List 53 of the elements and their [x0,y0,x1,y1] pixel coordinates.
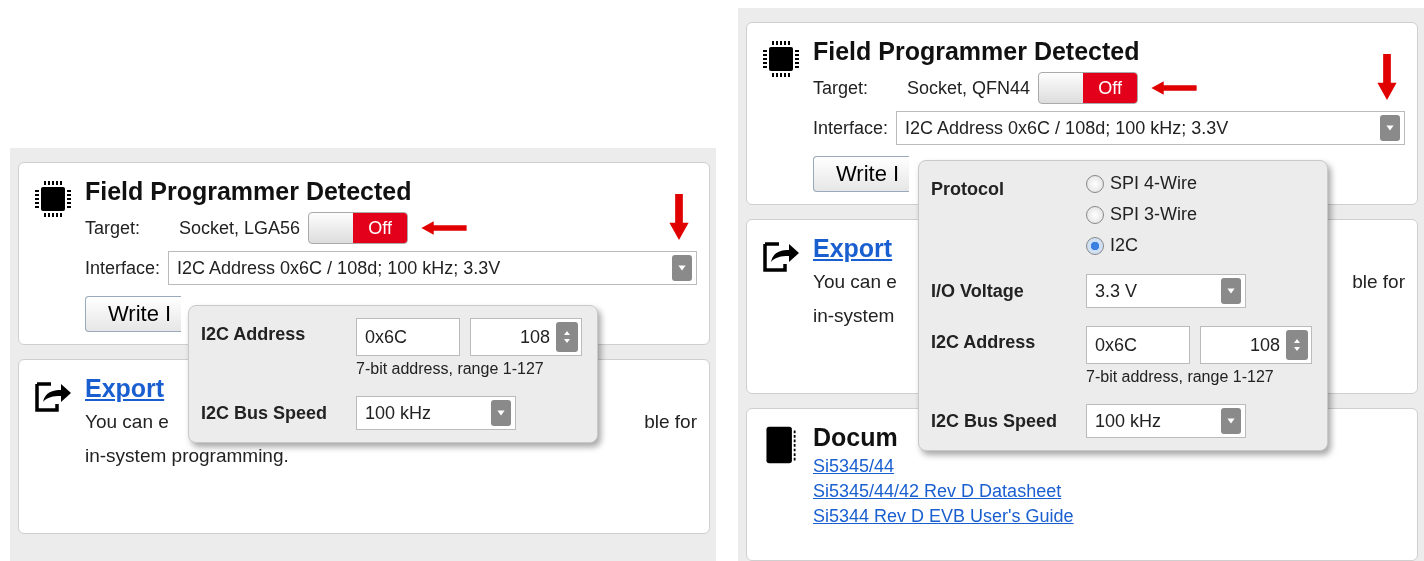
description-text: in-system programming. [85,444,289,468]
chip-icon [761,39,801,79]
select-dropdown[interactable]: 100 kHz [356,396,516,430]
write-button[interactable]: Write I [85,296,181,332]
description-text: You can e [813,270,897,294]
card-title: Field Programmer Detected [813,37,1141,66]
radio-button[interactable] [1086,236,1104,255]
radio-option[interactable]: SPI 3-Wire [1086,204,1197,225]
spinner-arrows-icon[interactable] [556,322,578,352]
document-link[interactable]: Si5345/44/42 Rev D Datasheet [813,481,1062,501]
target-label: Target: [813,77,870,99]
radio-option[interactable]: I2C [1086,235,1197,256]
pointer-arrow-icon [1150,78,1199,98]
interface-dropdown[interactable]: I2C Address 0x6C / 108d; 100 kHz; 3.3V [168,251,697,285]
interface-label: Interface: [85,257,161,279]
select-dropdown[interactable]: 100 kHz [1086,404,1246,438]
field-label: I2C Address [201,324,307,345]
chip-icon [33,179,73,219]
pointer-arrow-icon [1375,52,1399,102]
target-value: Socket, QFN44 [907,77,1031,99]
power-toggle[interactable]: Off [308,212,409,244]
hint-text: 7-bit address, range 1-127 [356,360,545,378]
decimal-address-spinner[interactable]: 108 [470,318,582,356]
power-toggle[interactable]: Off [1038,72,1139,104]
field-label: I2C Bus Speed [201,402,329,424]
document-link[interactable]: Si5344 Rev D EVB User's Guide [813,506,1074,526]
pointer-arrow-icon [667,192,691,242]
hex-address-input[interactable]: 0x6C [1086,326,1190,364]
document-link[interactable]: Si5345/44 [813,456,895,476]
target-value: Socket, LGA56 [179,217,301,239]
write-button[interactable]: Write I [813,156,909,192]
radio-option[interactable]: SPI 4-Wire [1086,173,1197,194]
interface-dropdown[interactable]: I2C Address 0x6C / 108d; 100 kHz; 3.3V [896,111,1405,145]
target-label: Target: [85,217,142,239]
hint-text: 7-bit address, range 1-127 [1086,368,1275,386]
radio-button[interactable] [1086,174,1104,193]
spinner-arrows-icon[interactable] [1286,330,1308,360]
select-dropdown[interactable]: 3.3 V [1086,274,1246,308]
interface-label: Interface: [813,117,889,139]
field-label: I2C Bus Speed [931,410,1059,432]
description-text: You can e [85,410,169,434]
pointer-arrow-icon [420,218,469,238]
card-title: Docum [813,423,899,452]
description-text: in-system [813,304,895,328]
description-text: ble for [1352,270,1405,294]
hex-address-input[interactable]: 0x6C [356,318,460,356]
field-label: Protocol [931,179,1005,200]
field-label: I/O Voltage [931,280,1025,302]
field-label: I2C Address [931,332,1037,353]
description-text: ble for [644,410,697,434]
card-title: Field Programmer Detected [85,177,413,206]
decimal-address-spinner[interactable]: 108 [1200,326,1312,364]
radio-button[interactable] [1086,205,1104,224]
